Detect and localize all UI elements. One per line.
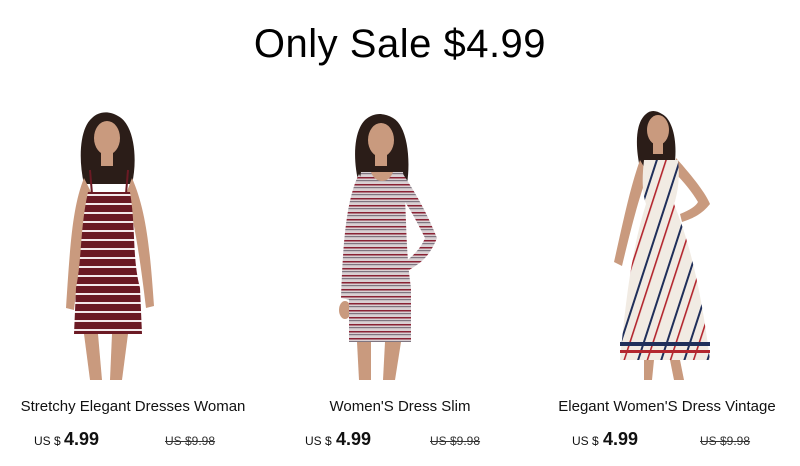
product-image[interactable] [534,98,800,382]
product-card[interactable]: Elegant Women'S Dress Vintage US $ 4.99 … [534,98,800,466]
original-price: US $9.98 [165,434,216,448]
currency-label: US $ [572,434,599,448]
sale-price: 4.99 [64,429,100,449]
currency-label: US $ [305,434,332,448]
original-price: US $9.98 [430,434,481,448]
product-title[interactable]: Elegant Women'S Dress Vintage [534,398,800,415]
product-title[interactable]: Women'S Dress Slim [267,398,533,415]
price-row: US $ 4.99 US $9.98 [0,428,266,452]
sale-price: 4.99 [603,429,639,449]
currency-label: US $ [34,434,61,448]
product-card[interactable]: Stretchy Elegant Dresses Woman US $ 4.99… [0,98,266,466]
product-card[interactable]: Women'S Dress Slim US $ 4.99 US $9.98 [267,98,533,466]
price-row: US $ 4.99 US $9.98 [267,428,533,452]
original-price: US $9.98 [700,434,751,448]
sale-price: 4.99 [336,429,372,449]
product-image[interactable] [0,98,266,382]
sale-banner-title: Only Sale $4.99 [253,22,547,66]
price-row: US $ 4.99 US $9.98 [534,428,800,452]
product-image[interactable] [267,98,533,382]
product-title[interactable]: Stretchy Elegant Dresses Woman [0,398,266,415]
